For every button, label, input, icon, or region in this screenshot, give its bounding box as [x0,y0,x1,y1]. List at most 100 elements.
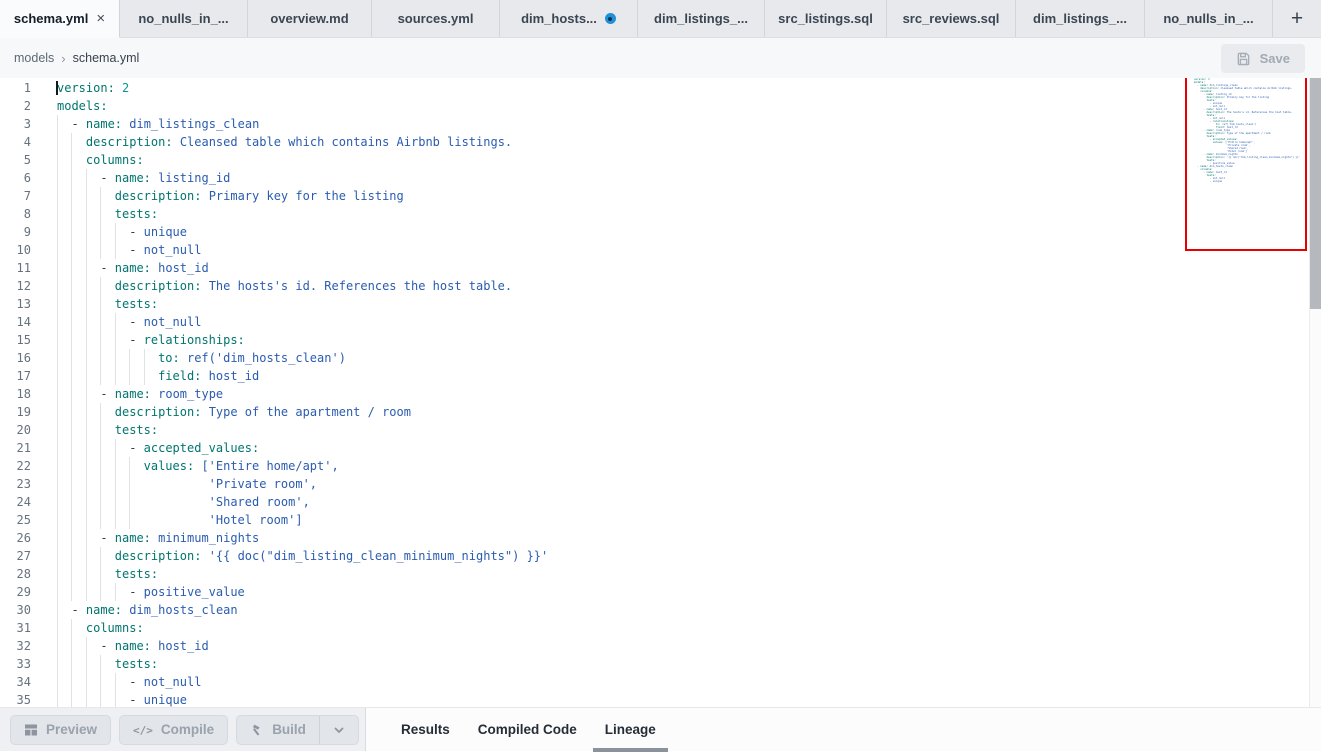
code-line[interactable]: 26- name: minimum_nights [0,529,1321,547]
indent-guide [100,349,114,367]
indent-guide [100,223,114,241]
indent-guide [115,349,129,367]
code-line[interactable]: 20tests: [0,421,1321,439]
indent-guide [100,205,114,223]
indent-guide [57,331,71,349]
code-text: - name: host_id [57,637,209,655]
indent-guide [86,295,100,313]
build-button[interactable]: Build [237,716,319,744]
code-line[interactable]: 29- positive_value [0,583,1321,601]
code-line[interactable]: 17field: host_id [0,367,1321,385]
editor-tab-label: sources.yml [398,11,474,26]
code-token: name: [86,117,122,131]
code-line[interactable]: 27description: '{{ doc("dim_listing_clea… [0,547,1321,565]
ide-tab-bar: schema.yml×no_nulls_in_...overview.mdsou… [0,0,1321,38]
indent-guide [129,349,143,367]
indent-guide [71,691,85,707]
indent-guide [86,673,100,691]
line-number: 26 [0,529,31,547]
code-line[interactable]: 9- unique [0,223,1321,241]
editor-tab-label: dim_listings_... [654,11,748,26]
code-line[interactable]: 25 'Hotel room'] [0,511,1321,529]
code-line[interactable]: 8tests: [0,205,1321,223]
preview-button[interactable]: Preview [10,715,111,745]
editor-tab[interactable]: dim_listings_... [1016,0,1145,37]
tab-lineage[interactable]: Lineage [593,708,668,752]
indent-guide [86,511,100,529]
tab-unsaved-icon [605,13,616,24]
editor-tab[interactable]: src_listings.sql [765,0,887,37]
indent-guide [86,475,100,493]
code-line[interactable]: 34- not_null [0,673,1321,691]
indent-guide [100,565,114,583]
scrollbar-thumb[interactable] [1310,78,1321,309]
code-line[interactable]: 18- name: room_type [0,385,1321,403]
editor-tab[interactable]: no_nulls_in_... [1145,0,1273,37]
code-line[interactable]: 7description: Primary key for the listin… [0,187,1321,205]
code-text: values: ['Entire home/apt', [57,457,339,475]
line-number: 30 [0,601,31,619]
compile-button[interactable]: </>Compile [119,715,228,745]
code-line[interactable]: 2models: [0,97,1321,115]
indent-guide [86,655,100,673]
code-line[interactable]: 24 'Shared room', [0,493,1321,511]
code-line[interactable]: 23 'Private room', [0,475,1321,493]
code-line[interactable]: 30- name: dim_hosts_clean [0,601,1321,619]
line-number: 24 [0,493,31,511]
editor-tab[interactable]: sources.yml [372,0,500,37]
code-line[interactable]: 35- unique [0,691,1321,707]
editor-tab-label: no_nulls_in_... [1163,11,1253,26]
code-line[interactable]: 4description: Cleansed table which conta… [0,133,1321,151]
tab-close-icon[interactable]: × [96,11,105,26]
editor-tab[interactable]: src_reviews.sql [887,0,1016,37]
tab-results[interactable]: Results [389,708,462,752]
code-text: tests: [57,565,158,583]
code-editor[interactable]: 1version: 22models:3- name: dim_listings… [0,78,1321,707]
editor-tab[interactable]: schema.yml× [0,0,120,38]
code-line[interactable]: 22values: ['Entire home/apt', [0,457,1321,475]
new-tab-button[interactable]: + [1273,0,1321,37]
save-button[interactable]: Save [1221,44,1305,73]
tab-compiled-code[interactable]: Compiled Code [466,708,589,752]
code-line[interactable]: 21- accepted_values: [0,439,1321,457]
code-token: ref('dim_hosts_clean') [187,351,346,365]
code-line[interactable]: 16to: ref('dim_hosts_clean') [0,349,1321,367]
indent-guide [57,349,71,367]
indent-guide [115,475,129,493]
code-line[interactable]: 14- not_null [0,313,1321,331]
code-line[interactable]: 19description: Type of the apartment / r… [0,403,1321,421]
code-token: The hosts's id. References the host tabl… [209,279,512,293]
code-line[interactable]: 6- name: listing_id [0,169,1321,187]
code-token: description: [115,189,202,203]
code-text: - relationships: [57,331,245,349]
minimap[interactable]: version: 2models: - name: dim_listings_c… [1185,78,1307,251]
chevron-down-icon [332,723,346,737]
build-dropdown-button[interactable] [319,716,358,744]
breadcrumb-item-schema-yml[interactable]: schema.yml [73,51,140,65]
preview-button-label: Preview [46,722,97,737]
code-line[interactable]: 13tests: [0,295,1321,313]
editor-tab[interactable]: no_nulls_in_... [120,0,248,37]
indent-guide [100,403,114,421]
code-line[interactable]: 10- not_null [0,241,1321,259]
breadcrumb-item-models[interactable]: models [14,51,54,65]
editor-tab[interactable]: dim_hosts... [500,0,638,37]
editor-tab[interactable]: overview.md [248,0,372,37]
code-line[interactable]: 15- relationships: [0,331,1321,349]
code-line[interactable]: 28tests: [0,565,1321,583]
code-line[interactable]: 32- name: host_id [0,637,1321,655]
code-line[interactable]: 12description: The hosts's id. Reference… [0,277,1321,295]
editor-tab[interactable]: dim_listings_... [638,0,765,37]
indent-guide [57,421,71,439]
code-token: field: [158,369,201,383]
code-line[interactable]: 3- name: dim_listings_clean [0,115,1321,133]
indent-guide [57,187,71,205]
code-line[interactable]: 5columns: [0,151,1321,169]
code-line[interactable]: 31columns: [0,619,1321,637]
save-icon [1236,51,1251,66]
code-line[interactable]: 1version: 2 [0,79,1321,97]
vertical-scrollbar[interactable] [1309,78,1321,707]
code-line[interactable]: 33tests: [0,655,1321,673]
code-line[interactable]: 11- name: host_id [0,259,1321,277]
indent-guide [71,133,85,151]
